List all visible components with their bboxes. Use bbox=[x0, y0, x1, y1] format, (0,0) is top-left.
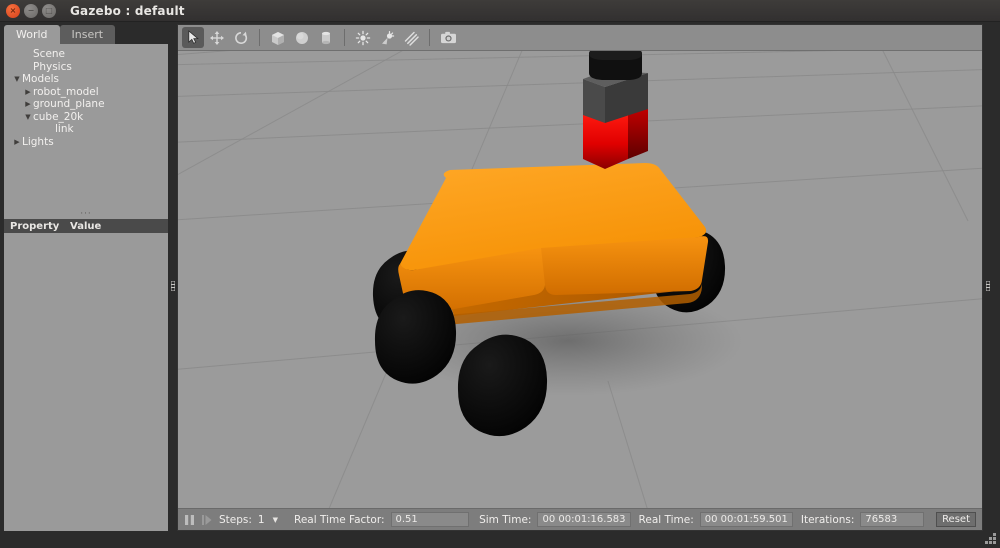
world-tree[interactable]: Scene Physics ▼ Models ▶ robot_model ▶ ground_p… bbox=[4, 44, 168, 209]
screenshot-tool[interactable] bbox=[437, 27, 459, 48]
tree-item-link[interactable]: link bbox=[4, 123, 168, 136]
directional-light-icon bbox=[404, 31, 419, 46]
chevron-down-icon[interactable]: ▼ bbox=[273, 516, 278, 524]
tree-item-robot_model[interactable]: ▶ robot_model bbox=[4, 86, 168, 99]
title-bar: × − □ Gazebo : default bbox=[0, 0, 1000, 22]
left-panel: World Insert Scene Physics ▼ Models ▶ robot_m… bbox=[4, 24, 168, 531]
property-table-body[interactable] bbox=[4, 233, 168, 531]
viewport-toolbar bbox=[178, 25, 982, 51]
tree-item-physics[interactable]: Physics bbox=[4, 61, 168, 74]
splitter-handle-icon: ▫ ▫ ▫ bbox=[985, 277, 991, 293]
window-title: Gazebo : default bbox=[70, 3, 185, 18]
insert-point-light-tool[interactable] bbox=[352, 27, 374, 48]
chevron-down-icon[interactable]: ▼ bbox=[12, 73, 22, 86]
real-time-value: 00 00:01:59.501 bbox=[699, 512, 793, 527]
real-time-factor-label: Real Time Factor: bbox=[294, 513, 385, 526]
rotate-tool[interactable] bbox=[230, 27, 252, 48]
chevron-right-icon[interactable]: ▶ bbox=[23, 98, 33, 111]
steps-value[interactable]: 1 bbox=[258, 514, 265, 526]
box-icon bbox=[272, 31, 284, 45]
tab-insert[interactable]: Insert bbox=[59, 25, 116, 44]
toolbar-separator bbox=[344, 29, 345, 46]
splitter-dots-icon: ··· bbox=[80, 209, 92, 219]
tree-item-label: Lights bbox=[22, 135, 54, 148]
tree-item-label: Physics bbox=[33, 60, 72, 73]
chevron-right-icon[interactable]: ▶ bbox=[23, 86, 33, 99]
value-column-header: Value bbox=[70, 220, 102, 232]
render-area: Steps: 1 ▼ Real Time Factor: 0.51 Sim Ti… bbox=[177, 24, 983, 531]
resize-grip[interactable] bbox=[983, 531, 997, 545]
sphere-icon bbox=[296, 31, 308, 44]
panel-tabs: World Insert bbox=[4, 24, 168, 44]
toolbar-separator bbox=[429, 29, 430, 46]
select-arrow-tool[interactable] bbox=[182, 27, 204, 48]
close-icon: × bbox=[9, 5, 17, 15]
insert-directional-light-tool[interactable] bbox=[400, 27, 422, 48]
tree-item-label: Models bbox=[22, 73, 59, 85]
point-light-icon bbox=[355, 30, 371, 45]
sensor-black-cap bbox=[589, 51, 642, 80]
panel-horizontal-splitter[interactable]: ··· bbox=[4, 209, 168, 219]
3d-viewport[interactable] bbox=[178, 51, 982, 508]
main-body: World Insert Scene Physics ▼ Models ▶ robot_m… bbox=[0, 22, 1000, 548]
tree-item-label: cube_20k bbox=[33, 110, 84, 123]
sim-time-value: 00 00:01:16.583 bbox=[537, 512, 631, 527]
sim-time-label: Sim Time: bbox=[479, 513, 532, 526]
tree-item-ground_plane[interactable]: ▶ ground_plane bbox=[4, 98, 168, 111]
maximize-button[interactable]: □ bbox=[42, 3, 56, 18]
steps-label: Steps: bbox=[219, 513, 252, 526]
spot-light-icon bbox=[382, 30, 395, 44]
insert-sphere-tool[interactable] bbox=[291, 27, 313, 48]
tree-item-scene[interactable]: Scene bbox=[4, 48, 168, 61]
cylinder-icon bbox=[322, 31, 330, 44]
left-vertical-splitter[interactable]: ▫ ▫ ▫ bbox=[168, 22, 177, 548]
tree-item-label: Scene bbox=[33, 48, 66, 60]
step-forward-button[interactable] bbox=[201, 512, 213, 528]
minimize-button[interactable]: − bbox=[24, 3, 38, 18]
close-button[interactable]: × bbox=[6, 3, 20, 18]
tree-item-label: ground_plane bbox=[33, 98, 105, 110]
move-arrows-icon bbox=[210, 30, 224, 45]
tree-item-lights[interactable]: ▶ Lights bbox=[4, 136, 168, 149]
right-vertical-splitter[interactable]: ▫ ▫ ▫ bbox=[983, 22, 992, 548]
tree-item-cube_20k[interactable]: ▼ cube_20k bbox=[4, 111, 168, 124]
toolbar-separator bbox=[259, 29, 260, 46]
arrow-cursor-icon bbox=[187, 30, 199, 44]
window-controls: × − □ bbox=[0, 3, 56, 18]
tree-item-label: robot_model bbox=[33, 85, 99, 98]
iterations-value: 76583 bbox=[860, 512, 925, 527]
insert-box-tool[interactable] bbox=[267, 27, 289, 48]
gazebo-window: × − □ Gazebo : default World Insert Scen… bbox=[0, 0, 1000, 548]
rotate-icon bbox=[235, 31, 248, 44]
minimize-icon: − bbox=[27, 5, 35, 15]
property-column-header: Property bbox=[10, 220, 60, 232]
chevron-down-icon[interactable]: ▼ bbox=[23, 111, 33, 124]
tree-item-label: link bbox=[55, 123, 74, 135]
real-time-factor-value: 0.51 bbox=[390, 512, 470, 527]
insert-spot-light-tool[interactable] bbox=[376, 27, 398, 48]
pause-icon bbox=[185, 514, 194, 525]
simulation-status-bar: Steps: 1 ▼ Real Time Factor: 0.51 Sim Ti… bbox=[178, 508, 982, 530]
chevron-right-icon[interactable]: ▶ bbox=[12, 136, 22, 149]
camera-icon bbox=[440, 31, 456, 44]
translate-tool[interactable] bbox=[206, 27, 228, 48]
insert-cylinder-tool[interactable] bbox=[315, 27, 337, 48]
iterations-label: Iterations: bbox=[800, 513, 855, 526]
reset-button[interactable]: Reset bbox=[936, 512, 976, 527]
tree-item-models[interactable]: ▼ Models bbox=[4, 73, 168, 86]
real-time-label: Real Time: bbox=[638, 513, 694, 526]
property-table-header: Property Value bbox=[4, 219, 168, 233]
maximize-icon: □ bbox=[45, 5, 53, 15]
tab-world[interactable]: World bbox=[4, 25, 60, 44]
step-forward-icon bbox=[202, 514, 212, 525]
splitter-handle-icon: ▫ ▫ ▫ bbox=[170, 277, 176, 293]
robot-model[interactable] bbox=[178, 51, 982, 508]
pause-button[interactable] bbox=[184, 512, 195, 528]
